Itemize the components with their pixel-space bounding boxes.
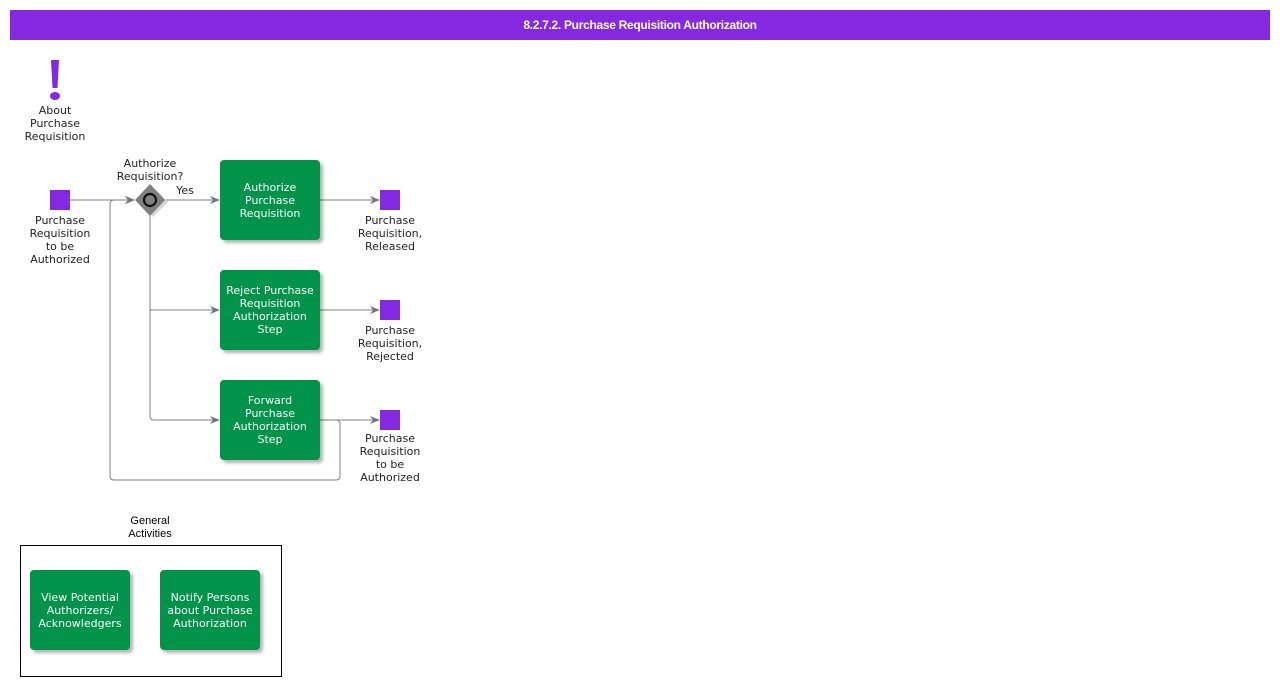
end-event-to-be-authorized[interactable] [380,410,400,430]
task-view-potential-authorizers[interactable]: View Potential Authorizers/ Acknowledger… [30,570,130,650]
end-event-rejected-label: Purchase Requisition, Rejected [357,324,423,363]
task-forward-purchase-authorization[interactable]: Forward Purchase Authorization Step [220,380,320,460]
gateway-label: Authorize Requisition? [116,157,184,183]
end-event-released[interactable] [380,190,400,210]
gateway-yes-label: Yes [176,184,194,197]
general-activities-label: General Activities [128,515,172,540]
end-event-rejected[interactable] [380,300,400,320]
flow-gateway-to-forward [149,300,220,424]
end-event-released-label: Purchase Requisition, Released [357,214,423,253]
flow-gateway-to-reject [149,214,220,314]
task-reject-purchase-requisition[interactable]: Reject Purchase Requisition Authorizatio… [220,270,320,350]
start-event-label: Purchase Requisition to be Authorized [29,214,91,266]
task-authorize-purchase-requisition[interactable]: Authorize Purchase Requisition [220,160,320,240]
task-notify-persons[interactable]: Notify Persons about Purchase Authorizat… [160,570,260,650]
end-event-to-be-authorized-label: Purchase Requisition to be Authorized [359,432,421,484]
start-event[interactable] [50,190,70,210]
gateway[interactable] [135,184,168,217]
